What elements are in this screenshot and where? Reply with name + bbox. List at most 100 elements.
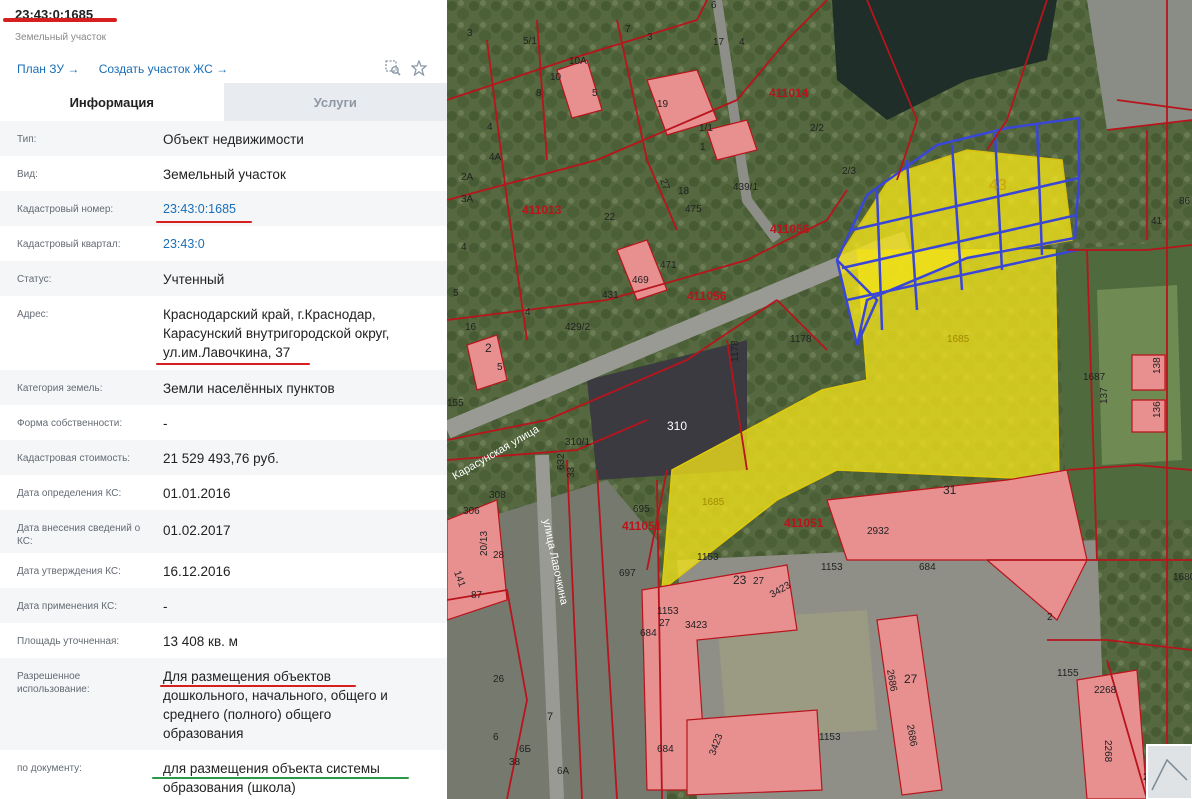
- parcel-label: 7: [625, 24, 631, 35]
- field-label: Тип:: [17, 134, 37, 145]
- parcel-label: 2А: [461, 172, 474, 183]
- field-row-kind: Вид: Земельный участок: [0, 156, 447, 191]
- tab-bar: Информация Услуги: [0, 83, 447, 121]
- field-value: для размещения объекта системы образован…: [148, 750, 447, 799]
- cadastral-quarter-link[interactable]: 23:43:0: [148, 226, 447, 261]
- parcel-label: 1153: [819, 732, 841, 743]
- field-value: 13 408 кв. м: [163, 634, 238, 649]
- parcel-label: 87: [471, 590, 483, 601]
- parcel-label: 4: [525, 307, 531, 318]
- title-highlight-underline: [3, 18, 117, 22]
- permitted-use-line: дошкольного, начального, общего и: [163, 688, 388, 703]
- parcel-label: 1/1: [699, 123, 713, 134]
- address-line: Карасунский внутригородской округ,: [163, 326, 390, 341]
- parcel-label: 684: [919, 562, 936, 573]
- field-row-area: Площадь уточненная: 13 408 кв. м: [0, 623, 447, 658]
- parcel-label: 1155: [1057, 668, 1079, 679]
- parcel-label: 155: [447, 398, 464, 409]
- field-label: Форма собственности:: [17, 418, 123, 429]
- parcel-label: 1153: [821, 562, 843, 573]
- quarter-label: 411051: [622, 519, 662, 533]
- action-links: План ЗУ → Создать участок ЖС →: [17, 62, 244, 76]
- highlight-underline: [160, 685, 356, 687]
- parcel-label: 22: [604, 212, 616, 223]
- parcel-label: 43: [989, 177, 1007, 194]
- field-row-land-category: Категория земель: Земли населённых пункт…: [0, 370, 447, 405]
- parcel-label: 19: [657, 99, 669, 110]
- map-canvas[interactable]: 411014 411013 411056 411056 411051 41105…: [447, 0, 1192, 799]
- object-kind-label: Земельный участок: [15, 32, 107, 43]
- field-label: Кадастровая стоимость:: [17, 453, 131, 464]
- field-value: 01.01.2016: [163, 486, 231, 501]
- address-line: Краснодарский край, г.Краснодар,: [163, 307, 376, 322]
- parcel-label: 4: [739, 37, 745, 48]
- field-row-value-date: Дата определения КС: 01.01.2016: [0, 475, 447, 510]
- parcel-label: 26: [493, 674, 505, 685]
- field-row-permitted-use: Разрешенное использование: Для размещени…: [0, 658, 447, 750]
- parcel-label: 2268: [1094, 685, 1117, 696]
- parcel-label: 17: [713, 37, 725, 48]
- create-parcel-link[interactable]: Создать участок ЖС →: [99, 62, 228, 76]
- parcel-label: 137: [1099, 387, 1110, 404]
- parcel-label: 31: [943, 483, 957, 497]
- parcel-label: 6: [711, 0, 717, 11]
- highlight-underline: [156, 363, 310, 365]
- document-use-line: для размещения объекта системы: [163, 761, 380, 776]
- field-value: Краснодарский край, г.Краснодар, Карасун…: [148, 296, 447, 370]
- parcel-label: 3А: [461, 194, 474, 205]
- field-value: 01.02.2017: [163, 523, 231, 538]
- parcel-label: 431: [602, 290, 619, 301]
- document-use-line: образования (школа): [163, 780, 296, 795]
- parcel-label: 1153: [657, 606, 679, 617]
- field-value: -: [163, 416, 168, 431]
- field-row-status: Статус: Учтенный: [0, 261, 447, 296]
- field-row-approval-date: Дата утверждения КС: 16.12.2016: [0, 553, 447, 588]
- attribute-table: Тип: Объект недвижимости Вид: Земельный …: [0, 121, 447, 799]
- parcel-label: 8: [536, 88, 542, 99]
- parcel-label: 27: [659, 618, 671, 629]
- field-row-application-date: Дата применения КС: -: [0, 588, 447, 623]
- field-value: -: [163, 599, 168, 614]
- field-row-ownership: Форма собственности: -: [0, 405, 447, 440]
- parcel-label: 439/1: [733, 182, 758, 193]
- field-label: по документу:: [17, 763, 82, 774]
- favorite-star-icon[interactable]: [410, 59, 428, 81]
- parcel-label: 3: [647, 32, 653, 43]
- field-label: Разрешенное использование:: [17, 671, 90, 695]
- highlight-underline-green: [152, 777, 409, 779]
- parcel-label: 3423: [685, 620, 708, 631]
- cadastral-map[interactable]: 411014 411013 411056 411056 411051 41105…: [447, 0, 1192, 799]
- parcel-label: 684: [657, 744, 674, 755]
- parcel-label: 38: [509, 757, 521, 768]
- parcel-label: 4А: [489, 152, 502, 163]
- field-row-by-document: по документу: для размещения объекта сис…: [0, 750, 447, 799]
- parcel-label: 1680: [1173, 572, 1192, 583]
- quarter-label: 411014: [769, 86, 809, 100]
- parcel-label: 1153: [697, 552, 719, 563]
- parcel-label: 310/1: [565, 437, 590, 448]
- parcel-label: 684: [640, 628, 657, 639]
- permitted-use-line: среднего (полного) общего: [163, 707, 332, 722]
- search-on-map-icon[interactable]: [385, 60, 401, 81]
- parcel-label: 4: [487, 122, 493, 133]
- tab-services[interactable]: Услуги: [223, 83, 447, 121]
- parcel-label: 7: [547, 711, 553, 723]
- parcel-label: 33: [566, 466, 577, 478]
- field-label: Адрес:: [17, 309, 49, 320]
- parcel-label: 1: [700, 142, 706, 153]
- field-value: Объект недвижимости: [163, 132, 304, 147]
- permitted-use-line: Для размещения объектов: [163, 669, 331, 684]
- field-row-cadastral-value: Кадастровая стоимость: 21 529 493,76 руб…: [0, 440, 447, 475]
- tab-info[interactable]: Информация: [0, 83, 224, 121]
- parcel-label: 28: [493, 550, 505, 561]
- overview-minimap[interactable]: [1146, 744, 1192, 799]
- field-label: Дата утверждения КС:: [17, 566, 121, 577]
- parcel-label: 475: [685, 204, 702, 215]
- parcel-label: 469: [632, 275, 649, 286]
- field-row-quarter: Кадастровый квартал: 23:43:0: [0, 226, 447, 261]
- parcel-label: 10А: [569, 56, 587, 67]
- field-row-value-entry-date: Дата внесения сведений о КС: 01.02.2017: [0, 510, 447, 553]
- field-label: Кадастровый квартал:: [17, 239, 121, 250]
- plan-link[interactable]: План ЗУ →: [17, 62, 79, 76]
- field-label: Вид:: [17, 169, 38, 180]
